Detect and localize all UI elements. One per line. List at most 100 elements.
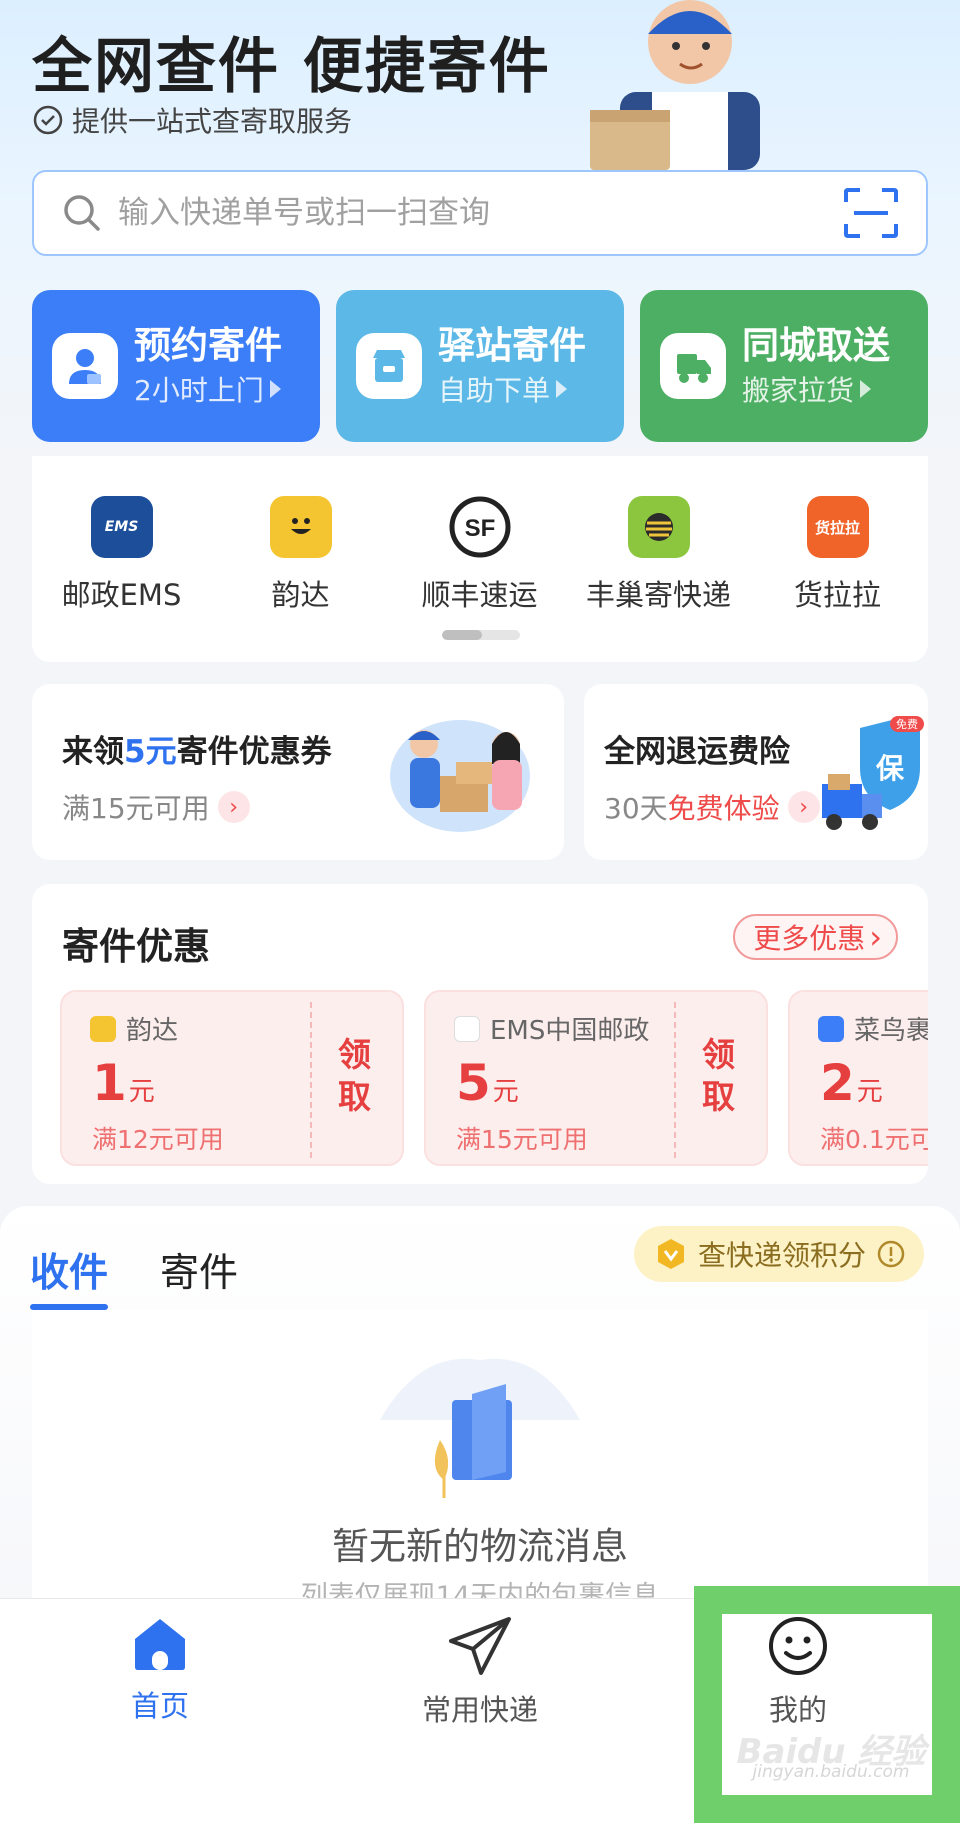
svg-text:免费: 免费 <box>896 717 918 731</box>
shipping-deals-section: 寄件优惠 更多优惠 › 韵达 1元 满12元可用 领取 EMS中国邮政 5元 满… <box>32 884 928 1184</box>
search-icon <box>64 195 100 231</box>
hero-title: 全网查件 便捷寄件 <box>32 32 551 102</box>
paper-plane-icon <box>449 1617 511 1675</box>
coupon-promo-card[interactable]: 来领5元寄件优惠券 满15元可用 › <box>32 684 564 860</box>
empty-state: 暂无新的物流消息 列表仅展现14天内的包裹信息 <box>32 1310 928 1630</box>
fengchao-logo-icon <box>627 496 690 558</box>
coupon-amount: 2元 <box>820 1054 883 1112</box>
coupon-brand: EMS中国邮政 <box>454 1010 649 1047</box>
shield-truck-illustration: 保 免费 <box>822 716 924 830</box>
courier-icon <box>69 349 101 384</box>
city-delivery-card[interactable]: 同城取送 搬家拉货 <box>640 290 928 442</box>
claim-coupon-button[interactable]: 领取 <box>702 1034 742 1118</box>
carrier-huolala[interactable]: 货拉拉 货拉拉 <box>748 496 927 614</box>
service-title: 驿站寄件 <box>438 324 586 367</box>
carrier-yunda[interactable]: 韵达 <box>211 496 390 614</box>
promo-row: 来领5元寄件优惠券 满15元可用 › 全网退运费险 30天免费体验 › 保 免费 <box>32 684 928 860</box>
hero-subtitle-text: 提供一站式查寄取服务 <box>72 105 353 138</box>
tracking-number-input[interactable] <box>118 195 842 231</box>
tabbar-common-couriers[interactable]: 常用快递 <box>380 1615 580 1729</box>
truck-icon <box>677 354 711 383</box>
points-icon <box>657 1239 684 1269</box>
insurance-promo-card[interactable]: 全网退运费险 30天免费体验 › 保 免费 <box>584 684 928 860</box>
chevron-right-icon: › <box>869 918 882 956</box>
pager-active-indicator <box>442 630 482 640</box>
carrier-name: 邮政EMS <box>61 578 182 612</box>
carrier-ems[interactable]: EMS 邮政EMS <box>32 496 211 614</box>
service-title: 预约寄件 <box>134 324 282 367</box>
claim-coupon-button[interactable]: 领取 <box>338 1034 378 1118</box>
smiley-icon <box>769 1617 827 1675</box>
carrier-sf[interactable]: SF 顺丰速运 <box>390 496 569 614</box>
courier-illustration <box>590 0 760 170</box>
coupon-brand: 韵达 <box>90 1010 178 1047</box>
play-arrow-icon <box>860 380 872 398</box>
huolala-logo-icon: 货拉拉 <box>806 496 869 558</box>
tracking-search-bar[interactable] <box>32 170 928 256</box>
more-deals-button[interactable]: 更多优惠 › <box>733 914 898 960</box>
coupon-divider <box>674 1002 676 1158</box>
section-title: 寄件优惠 <box>62 925 210 968</box>
tabbar-home[interactable]: 首页 <box>60 1615 260 1725</box>
svg-text:SF: SF <box>464 515 495 542</box>
ems-logo-icon: EMS <box>90 496 153 558</box>
carrier-name: 货拉拉 <box>793 578 881 612</box>
coupon-condition: 满15元可用 <box>456 1125 588 1154</box>
empty-box-illustration <box>380 1358 580 1498</box>
hero-subtitle: 提供一站式查寄取服务 <box>32 100 352 140</box>
coupon-condition: 满0.1元可 <box>820 1125 928 1154</box>
coupon-amount: 1元 <box>92 1054 155 1112</box>
yunda-logo-icon <box>90 1015 116 1042</box>
earn-points-chip[interactable]: 查快递领积分 <box>633 1226 924 1282</box>
coupon-list: 韵达 1元 满12元可用 领取 EMS中国邮政 5元 满15元可用 领取 菜鸟裹… <box>60 990 928 1166</box>
tabbar-label: 我的 <box>768 1693 827 1727</box>
play-arrow-icon <box>269 380 281 398</box>
tabbar-mine[interactable]: 我的 <box>698 1615 898 1729</box>
scan-icon[interactable] <box>842 186 900 240</box>
book-pickup-card[interactable]: 预约寄件 2小时上门 <box>32 290 320 442</box>
parcel-tabs-panel: 收件 寄件 查快递领积分 暂无新的物流消息 列表仅展现14天内的包裹信息 <box>0 1206 960 1630</box>
coupon-brand: 菜鸟裹 <box>818 1010 928 1047</box>
courier-handover-illustration <box>390 720 530 832</box>
carrier-name: 丰巢寄快递 <box>585 578 731 612</box>
tab-send[interactable]: 寄件 <box>160 1242 238 1298</box>
tabbar-label: 首页 <box>130 1689 189 1723</box>
carrier-fengchao[interactable]: 丰巢寄快递 <box>569 496 748 614</box>
courier-icon-wrap <box>52 333 118 399</box>
sf-logo-icon: SF <box>449 496 511 558</box>
bottom-tab-bar: 首页 常用快递 我的 <box>0 1598 960 1833</box>
carrier-name: 韵达 <box>271 578 330 612</box>
carrier-name: 顺丰速运 <box>421 578 538 612</box>
coupon-card[interactable]: 韵达 1元 满12元可用 领取 <box>60 990 404 1166</box>
tabbar-label: 常用快递 <box>421 1693 538 1727</box>
truck-icon-wrap <box>660 333 726 399</box>
yunda-logo-icon <box>269 496 332 558</box>
service-cards: 预约寄件 2小时上门 驿站寄件 自助下单 同城取送 搬家拉货 <box>32 290 928 442</box>
service-subtitle: 自助下单 <box>438 374 551 407</box>
carrier-grid: EMS 邮政EMS 韵达 SF 顺丰速运 丰巢寄快递 货拉拉 货拉拉 <box>32 456 928 662</box>
home-icon <box>135 1619 185 1670</box>
svg-text:保: 保 <box>876 752 905 785</box>
play-arrow-icon <box>556 380 568 398</box>
chevron-right-icon: › <box>217 791 250 823</box>
watermark: Baidu 经验 jingyan.baidu.com <box>736 1732 926 1782</box>
coupon-card[interactable]: EMS中国邮政 5元 满15元可用 领取 <box>424 990 768 1166</box>
chevron-right-icon: › <box>787 791 820 823</box>
check-circle-icon <box>33 105 63 135</box>
coupon-divider <box>310 1002 312 1158</box>
coupon-card[interactable]: 菜鸟裹 2元 满0.1元可 领取 <box>788 990 928 1166</box>
service-subtitle: 2小时上门 <box>134 374 264 407</box>
ems-logo-icon <box>454 1015 480 1042</box>
service-title: 同城取送 <box>742 324 890 367</box>
coupon-amount: 5元 <box>456 1054 519 1112</box>
coupon-condition: 满12元可用 <box>92 1125 224 1154</box>
station-icon-wrap <box>356 333 422 399</box>
station-send-card[interactable]: 驿站寄件 自助下单 <box>336 290 624 442</box>
empty-title: 暂无新的物流消息 <box>332 1525 628 1568</box>
tab-receive[interactable]: 收件 <box>30 1242 108 1298</box>
cainiao-logo-icon <box>818 1015 844 1042</box>
carrier-pager <box>442 630 520 640</box>
station-icon <box>373 350 405 382</box>
info-icon[interactable] <box>876 1239 906 1269</box>
service-subtitle: 搬家拉货 <box>742 374 855 407</box>
